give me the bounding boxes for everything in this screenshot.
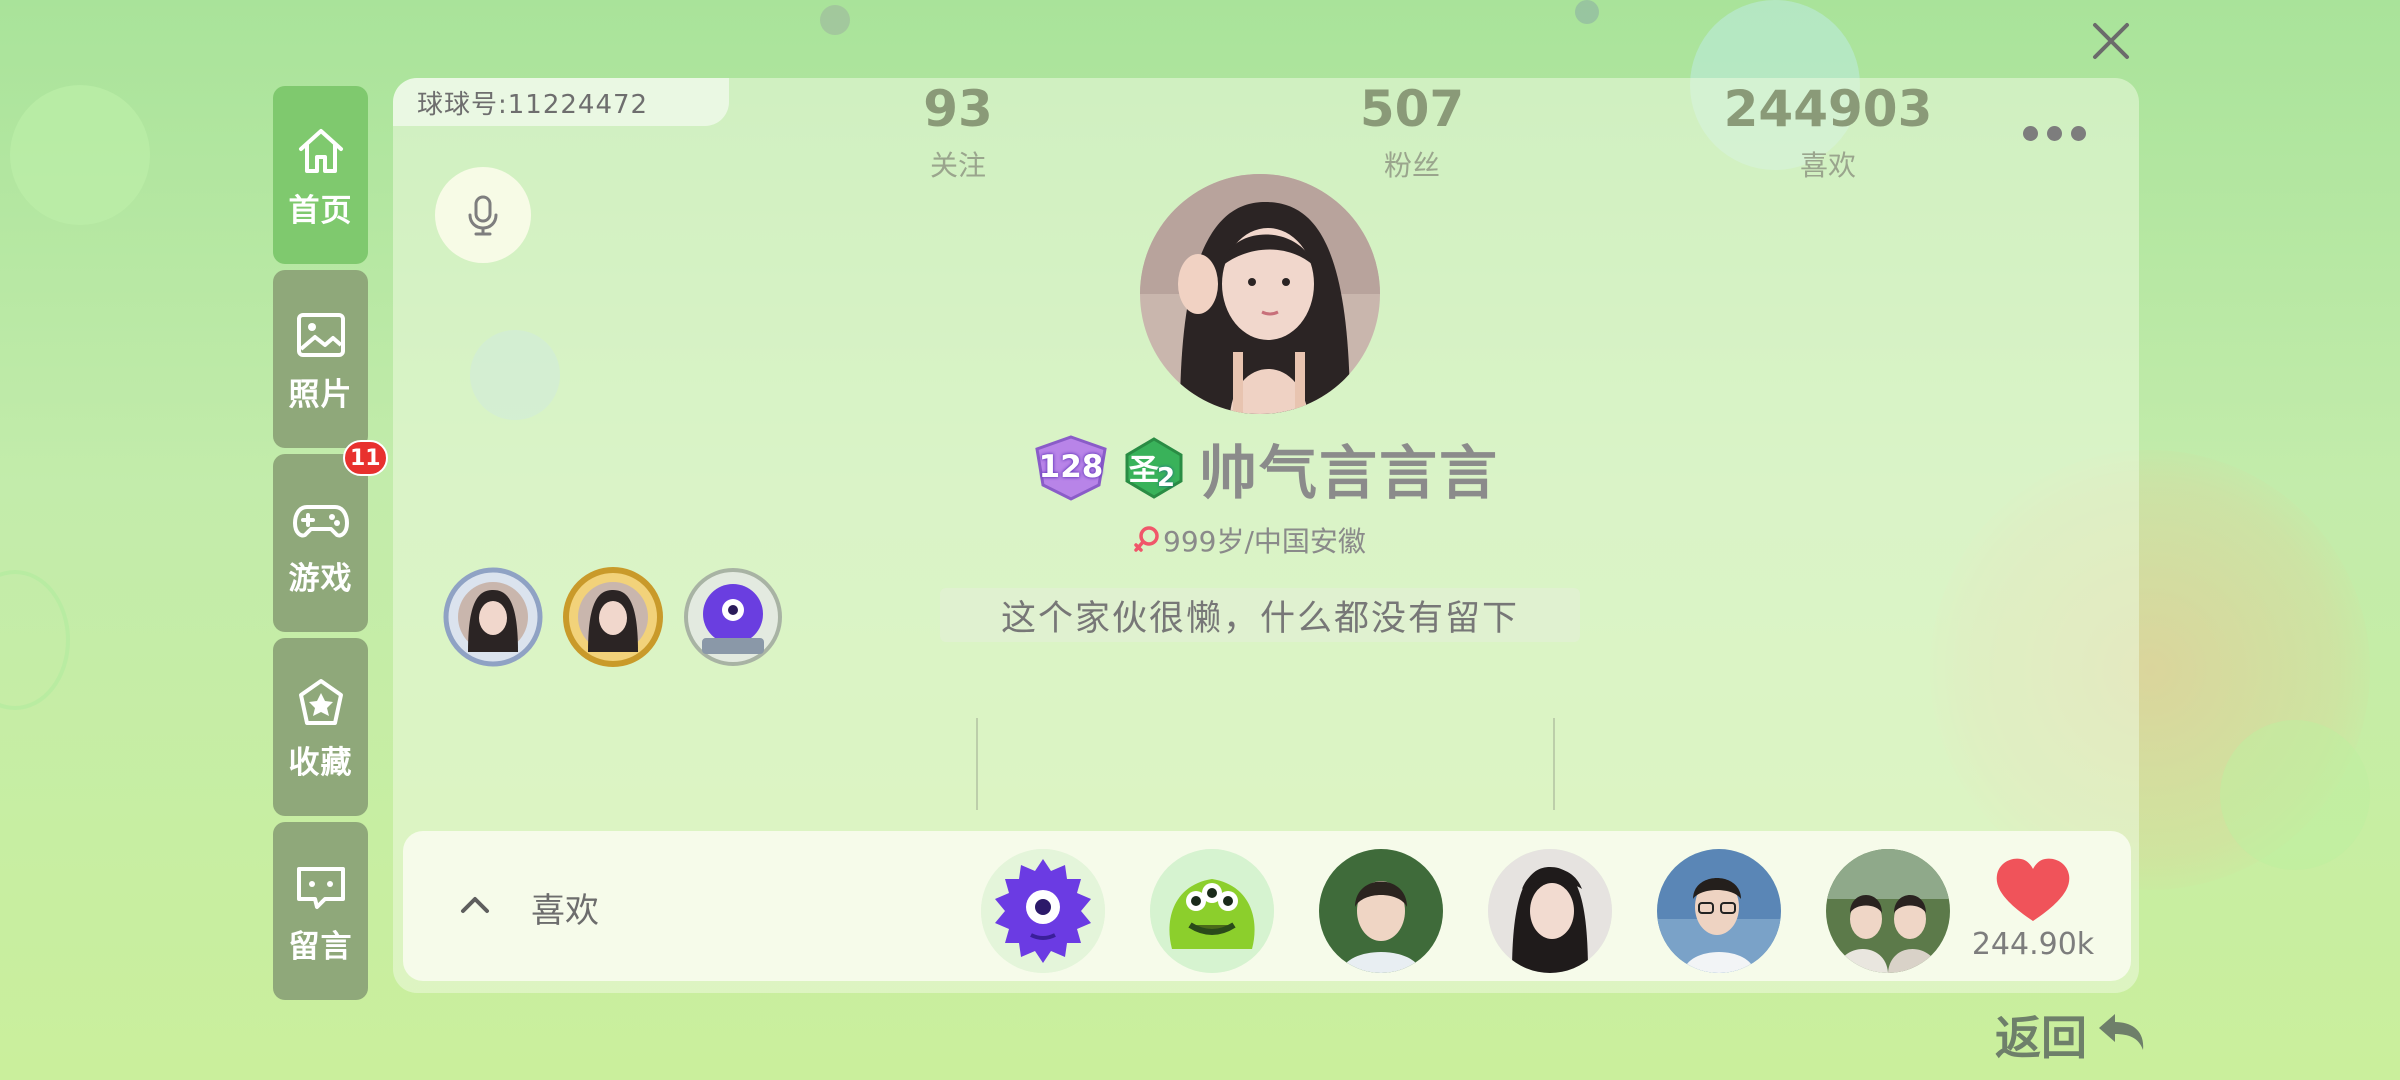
name-row: 128 圣 2 帅气言言言	[1033, 428, 1513, 508]
gamepad-icon	[291, 489, 351, 549]
medal-silver-frame[interactable]	[442, 566, 544, 668]
green-monster-avatar	[1150, 849, 1274, 973]
background-bubble	[1575, 0, 1599, 24]
liker-avatar[interactable]	[1319, 849, 1443, 973]
likes-label: 喜欢	[531, 891, 599, 931]
stat-label: 关注	[929, 149, 986, 182]
medal-gold-frame[interactable]	[562, 566, 664, 668]
level-number: 128	[1038, 449, 1104, 485]
stat-value: 244903	[1723, 80, 1933, 138]
sidebar-item-favorites[interactable]: 收藏	[273, 638, 368, 816]
back-label: 返回	[1995, 1011, 2087, 1065]
likes-toggle-button[interactable]	[455, 885, 495, 925]
sidebar-item-label: 收藏	[288, 744, 353, 781]
avatar-image	[1140, 174, 1380, 414]
sidebar-item-messages[interactable]: 留言	[273, 822, 368, 1000]
image-icon	[291, 305, 351, 365]
background-bubble	[820, 5, 850, 35]
profile-card: 球球号:11224472 128 圣 2 帅气言言言 999岁/中国安徽 这个家…	[393, 78, 2139, 993]
stat-fans[interactable]: 507 粉丝	[1262, 78, 1562, 184]
liker-avatar[interactable]	[1826, 849, 1950, 973]
background-bubble	[2220, 720, 2370, 870]
more-icon-dot	[2071, 125, 2086, 141]
rank-char: 圣	[1129, 453, 1159, 488]
girl-photo-avatar	[1488, 849, 1612, 973]
voice-intro-button[interactable]	[435, 167, 531, 263]
more-options-button[interactable]	[2023, 118, 2093, 148]
microphone-icon	[468, 195, 498, 236]
profile-info-row: 999岁/中国安徽	[1133, 520, 1403, 560]
sidebar-item-label: 留言	[288, 928, 353, 965]
sidebar-item-home[interactable]: 首页	[273, 86, 368, 264]
liker-avatar[interactable]	[981, 849, 1105, 973]
stat-label: 粉丝	[1383, 149, 1440, 182]
boy-glasses-photo-avatar	[1657, 849, 1781, 973]
close-icon	[2093, 23, 2129, 59]
sidebar-item-label: 首页	[288, 192, 353, 229]
back-button[interactable]: 返回	[1995, 1000, 2151, 1070]
user-id-label: 球球号:11224472	[393, 78, 729, 126]
like-count: 244.90k	[1971, 927, 2095, 962]
home-icon	[291, 121, 351, 181]
profile-avatar[interactable]	[1140, 174, 1380, 414]
back-arrow-icon	[2099, 1014, 2144, 1050]
liker-avatar[interactable]	[1488, 849, 1612, 973]
message-icon	[291, 857, 351, 917]
background-bubble	[10, 85, 150, 225]
sidebar-item-photos[interactable]: 照片	[273, 270, 368, 448]
background-bubble	[0, 570, 70, 710]
boy-photo-avatar	[1319, 849, 1443, 973]
chevron-up-icon	[461, 897, 489, 913]
star-icon	[291, 673, 351, 733]
likes-bar: 喜欢 244.90k	[403, 831, 2131, 981]
female-icon	[1134, 526, 1159, 552]
like-button[interactable]	[1993, 857, 2073, 923]
rank-badge[interactable]: 圣 2	[1123, 437, 1185, 499]
sidebar-item-games[interactable]: 11 游戏	[273, 440, 388, 632]
stat-likes[interactable]: 244903 喜欢	[1678, 78, 1978, 184]
stat-label: 喜欢	[1799, 149, 1856, 182]
bio-text: 这个家伙很懒，什么都没有留下	[940, 588, 1580, 642]
couple-photo-avatar	[1826, 849, 1950, 973]
stat-value: 93	[923, 80, 993, 138]
age-location: 999岁/中国安徽	[1163, 525, 1366, 558]
sidebar-item-label: 照片	[288, 376, 353, 413]
stat-value: 507	[1359, 80, 1465, 138]
stat-divider	[976, 718, 978, 810]
liker-avatar[interactable]	[1150, 849, 1274, 973]
close-button[interactable]	[2088, 18, 2134, 64]
stat-divider	[1553, 718, 1555, 810]
more-icon-dot	[2023, 125, 2038, 141]
purple-monster-avatar	[981, 849, 1105, 973]
nickname: 帅气言言言	[1199, 439, 1500, 507]
heart-icon	[1996, 858, 2070, 921]
medal-purple-monster[interactable]	[682, 566, 784, 668]
rank-number: 2	[1157, 463, 1176, 493]
sidebar-item-label: 游戏	[288, 560, 353, 597]
stat-following[interactable]: 93 关注	[808, 78, 1108, 184]
more-icon-dot	[2047, 125, 2062, 141]
level-badge[interactable]: 128	[1033, 435, 1109, 501]
liker-avatar[interactable]	[1657, 849, 1781, 973]
notification-badge: 11	[343, 440, 388, 476]
